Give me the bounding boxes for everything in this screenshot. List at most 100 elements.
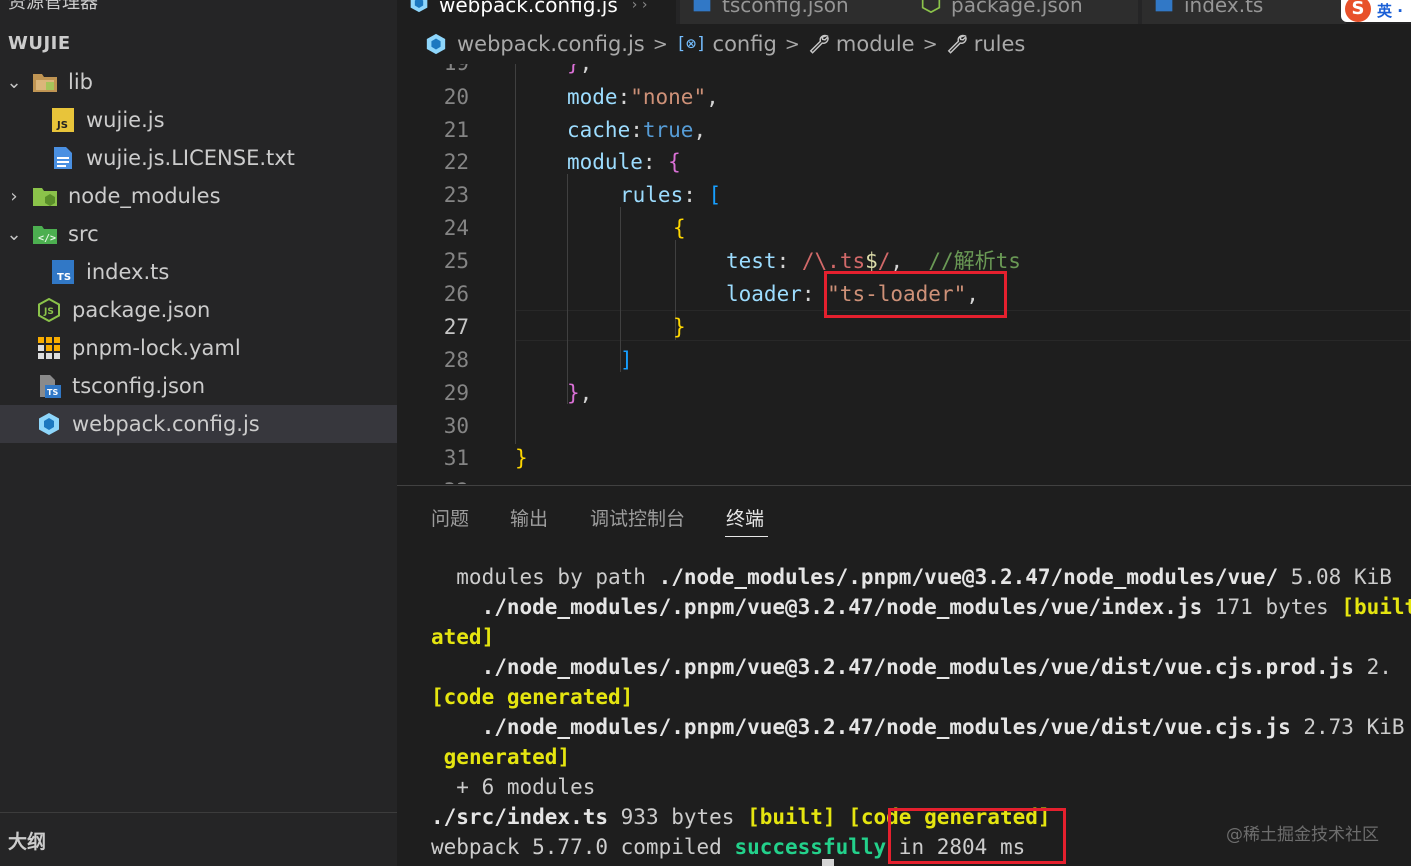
tree-item-label: wujie.js.LICENSE.txt (86, 146, 295, 170)
line-number: 22 (443, 150, 469, 174)
line-number: 24 (443, 216, 469, 240)
svg-text:JS: JS (56, 120, 68, 131)
tree-item-label: pnpm-lock.yaml (72, 336, 241, 360)
tree-item-src[interactable]: ⌄ </> src (0, 215, 397, 253)
chevron-right-icon: > (652, 33, 668, 55)
tree-item-label: tsconfig.json (72, 374, 206, 398)
tree-item-label: package.json (72, 298, 211, 322)
code-text: ] (620, 348, 633, 372)
line-number: 30 (443, 414, 469, 438)
breadcrumb-rules[interactable]: rules (946, 32, 1025, 56)
webpack-icon (36, 411, 62, 437)
variable-icon: [⊗] (675, 34, 707, 54)
tab-terminal[interactable]: 终端 (726, 504, 764, 531)
svg-text:TS: TS (57, 272, 71, 283)
explorer-title: 资源管理器 (8, 0, 98, 13)
line-number: 31 (443, 446, 469, 470)
ime-mode-label: 英 · (1377, 2, 1403, 20)
code-editor[interactable]: 19 }, 20 mode:"none", 21 cache:true, 22 … (397, 64, 1411, 484)
tree-item-label: index.ts (86, 260, 170, 284)
tab-index-ts[interactable]: index.ts (1142, 0, 1346, 24)
tab-tsconfig[interactable]: tsconfig.json (680, 0, 909, 24)
code-text: }, (567, 64, 592, 80)
folder-lib-icon (32, 69, 58, 95)
chevron-right-icon[interactable]: › (4, 186, 24, 207)
tab-problems[interactable]: 问题 (431, 504, 469, 531)
breadcrumb-config[interactable]: [⊗] config (676, 32, 777, 56)
code-text: } (673, 315, 686, 339)
breadcrumb-label: config (712, 32, 777, 56)
tab-package-json[interactable]: package.json (909, 0, 1138, 24)
folder-src-icon: </> (32, 221, 58, 247)
line-number: 20 (443, 85, 469, 109)
code-line: 32 (397, 475, 1411, 484)
tree-item-package-json[interactable]: JS package.json (0, 291, 397, 329)
active-tab-indicator (725, 536, 768, 537)
tree-item-label: node_modules (68, 184, 221, 208)
breadcrumb: webpack.config.js > [⊗] config > module … (397, 24, 1411, 64)
terminal-line: ./node_modules/.pnpm/vue@3.2.47/node_mod… (481, 715, 1405, 739)
tree-item-pnpm-lock[interactable]: pnpm-lock.yaml (0, 329, 397, 367)
terminal-line: ./node_modules/.pnpm/vue@3.2.47/node_mod… (481, 655, 1392, 679)
terminal-line: generated] (443, 745, 571, 769)
breadcrumb-label: webpack.config.js (457, 32, 645, 56)
chevron-right-icon: > (922, 33, 938, 55)
tree-item-tsconfig[interactable]: TS tsconfig.json (0, 367, 397, 405)
breadcrumb-file[interactable]: webpack.config.js (425, 32, 645, 56)
tab-webpack-config[interactable]: webpack.config.js › › (397, 0, 676, 24)
line-number: 26 (443, 282, 469, 306)
terminal-cursor (822, 859, 834, 866)
tree-item-wujie-js[interactable]: JS wujie.js (0, 101, 397, 139)
editor-tab-bar: webpack.config.js › › tsconfig.json pack… (397, 0, 1411, 24)
line-number: 29 (443, 381, 469, 405)
code-line: 31 } (397, 442, 1411, 475)
line-number: 19 (397, 64, 469, 80)
chevron-right-icon: > (784, 33, 800, 55)
code-line: 20 mode:"none", (397, 81, 1411, 114)
code-text: cache:true, (567, 118, 707, 142)
ts-file-icon: TS (50, 259, 76, 285)
tree-item-index-ts[interactable]: TS index.ts (0, 253, 397, 291)
line-number: 21 (443, 118, 469, 142)
outline-divider (0, 812, 397, 813)
tree-item-node-modules[interactable]: › node_modules (0, 177, 397, 215)
outline-section-header[interactable]: 大纲 (8, 827, 46, 854)
tree-item-webpack-config[interactable]: webpack.config.js (0, 405, 397, 443)
code-line: 22 module: { (397, 146, 1411, 179)
code-line: 23 rules: [ (397, 179, 1411, 212)
code-text: module: { (567, 150, 681, 174)
tab-debug-console[interactable]: 调试控制台 (590, 504, 685, 531)
annotation-highlight-box (824, 271, 1007, 318)
tree-item-label: src (68, 222, 99, 246)
breadcrumb-module[interactable]: module (808, 32, 915, 56)
webpack-icon (425, 33, 447, 55)
workspace-section-header[interactable]: WUJIE (8, 33, 71, 54)
wrench-icon (808, 33, 830, 55)
terminal-line: + 6 modules (431, 775, 596, 799)
tab-label: index.ts (1184, 0, 1264, 17)
terminal-line: modules by path ./node_modules/.pnpm/vue… (431, 565, 1392, 589)
code-text: }, (567, 381, 593, 405)
breadcrumb-label: module (835, 32, 915, 56)
chevron-down-icon[interactable]: ⌄ (4, 224, 24, 245)
chevron-down-icon[interactable]: ⌄ (4, 72, 24, 93)
tree-item-lib[interactable]: ⌄ lib (0, 63, 397, 101)
code-line: 19 }, (397, 64, 1411, 80)
line-number: 27 (443, 315, 469, 339)
text-file-icon (50, 145, 76, 171)
ts-file-icon (1154, 0, 1174, 18)
line-number: 28 (443, 348, 469, 372)
code-line: 21 cache:true, (397, 114, 1411, 147)
wrench-icon (946, 33, 968, 55)
tab-label: package.json (951, 0, 1083, 17)
line-number: 25 (443, 249, 469, 273)
ime-indicator[interactable]: S 英 · (1341, 0, 1411, 22)
terminal-line: ./node_modules/.pnpm/vue@3.2.47/node_mod… (481, 595, 1411, 619)
folder-node-icon (32, 183, 58, 209)
tsconfig-icon: TS (36, 373, 62, 399)
tree-item-wujie-license[interactable]: wujie.js.LICENSE.txt (0, 139, 397, 177)
node-package-icon: JS (36, 297, 62, 323)
tab-output[interactable]: 输出 (510, 504, 548, 531)
code-line: 24 { (397, 212, 1411, 245)
svg-text:</>: </> (38, 233, 56, 244)
